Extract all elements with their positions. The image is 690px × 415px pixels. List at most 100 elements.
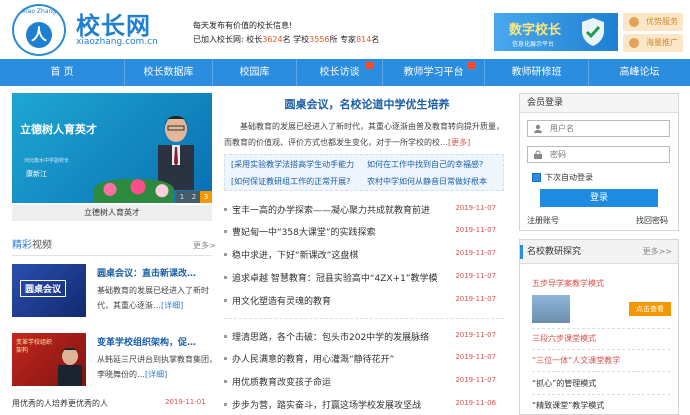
accent-bar xyxy=(520,245,523,259)
news-date: 2019-11-07 xyxy=(455,376,496,384)
news-title[interactable]: 用优质教育改变孩子命运 xyxy=(232,378,331,388)
research-item[interactable]: 三段六步课堂模式 xyxy=(532,333,596,344)
video-detail-link[interactable]: [详细] xyxy=(161,301,183,310)
news-title[interactable]: 用文化塑造有灵魂的教育 xyxy=(232,297,331,307)
research-panel: 名校教研探究 更多>> 五步导学案教学模式 点击查看 三段六步课堂模式 “三位一体… xyxy=(519,239,679,415)
remember-checkbox[interactable] xyxy=(532,173,541,182)
password-field[interactable]: 密码 xyxy=(527,146,670,163)
research-title: 名校教研探究 xyxy=(527,247,582,257)
nav-label: 教师学习平台 xyxy=(403,67,464,78)
nav-label: 校园库 xyxy=(239,67,270,78)
news-item[interactable]: 步步为营，踏实奋斗，打赢这场学校发展攻坚战 2019-11-06 xyxy=(224,398,504,412)
logo-arc-text: Xiao Zhang xyxy=(21,8,57,15)
video-thumb[interactable]: 变革学校组织架构 xyxy=(12,333,86,386)
pager-dot-3[interactable]: 3 xyxy=(200,191,212,203)
person-photo xyxy=(158,116,194,190)
video-thumb[interactable]: 圆桌会议 xyxy=(12,264,86,317)
video-detail-link[interactable]: [详细] xyxy=(145,370,167,379)
news-title[interactable]: 稳中求进，下好“新课改”这盘棋 xyxy=(232,251,358,261)
related-link[interactable]: [如何保证教研组工作的正常开展? xyxy=(231,176,350,187)
news-item[interactable]: 追求卓越 智慧教育：冠县实验高中“4ZX+1”教学模 2019-11-07 xyxy=(224,271,504,285)
video-title[interactable]: 圆桌会议：直击新课改… xyxy=(97,266,196,279)
research-item[interactable]: “三位一体”人文课堂教学 xyxy=(532,355,620,366)
stats-school-label: 学校 xyxy=(293,35,310,44)
video-title[interactable]: 变革学校组织架构，促… xyxy=(97,335,196,348)
featured-desc: 基础教育的发展已经进入了新时代，其重心逐渐由普及教育转向提升质量，而教育的价值观… xyxy=(224,119,504,151)
research-item[interactable]: “抓心”的管理模式 xyxy=(532,378,596,389)
news-date: 2019-11-07 xyxy=(455,226,496,234)
bullet xyxy=(224,299,227,302)
hero-slider[interactable]: 立德树人育英才 河北衡水中学副校长 康新江 1 2 3 xyxy=(12,93,212,203)
username-field[interactable]: 用户名 xyxy=(527,120,670,137)
stats-expert-unit: 名 xyxy=(371,35,380,44)
related-link[interactable]: 如何在工作中找到自己的幸福感? xyxy=(367,159,483,170)
featured-more-link[interactable]: [更多] xyxy=(448,138,470,147)
view-button[interactable]: 点击查看 xyxy=(629,302,671,316)
site-logo[interactable]: Xiao Zhang 人 xyxy=(12,4,66,56)
news-item[interactable]: 曹妃甸一中“358大课堂”的实践探索 2019-11-07 xyxy=(224,225,504,239)
news-item[interactable]: 理清思路，各个击破：包头市202中学的发展脉络 2019-11-07 xyxy=(224,330,504,344)
hero-name: 康新江 xyxy=(26,170,47,178)
logo-mark: 人 xyxy=(26,22,52,48)
video-more-link[interactable]: 更多> xyxy=(193,240,216,251)
news-date: 2019-11-07 xyxy=(455,249,496,257)
remember-label: 下次自动登录 xyxy=(545,173,593,182)
news-item[interactable]: 用文化塑造有灵魂的教育 2019-11-07 xyxy=(224,294,504,308)
nav-home[interactable]: 首 页 xyxy=(0,59,125,86)
news-title[interactable]: 理清思路，各个击破：包头市202中学的发展脉络 xyxy=(232,333,429,343)
login-button[interactable]: 登录 xyxy=(540,189,658,207)
site-name[interactable]: 校长网 xyxy=(76,6,151,41)
remember-me[interactable]: 下次自动登录 xyxy=(532,172,593,183)
research-header: 名校教研探究 更多>> xyxy=(520,240,678,264)
news-item[interactable]: 稳中求进，下好“新课改”这盘棋 2019-11-07 xyxy=(224,248,504,262)
video-thumb-label: 变革学校组织架构 xyxy=(16,339,53,354)
hero-subtitle: 河北衡水中学副校长 xyxy=(24,158,70,164)
research-more-link[interactable]: 更多>> xyxy=(643,240,672,264)
divider xyxy=(532,328,670,329)
register-link[interactable]: 注册账号 xyxy=(527,215,559,226)
hero-title: 立德树人育英才 xyxy=(20,123,97,136)
nav-principal-db[interactable]: 校长数据库 xyxy=(125,59,213,86)
banner-title: 数字校长 xyxy=(509,23,562,38)
news-title[interactable]: 办人民满意的教育，用心灌溉“静待花开” xyxy=(232,355,394,365)
video-desc: 从韩延三尺讲台到执掌教育集团，李晓舞份的…[详细] xyxy=(97,352,221,382)
news-title[interactable]: 曹妃甸一中“358大课堂”的实践探索 xyxy=(232,228,376,238)
news-item[interactable]: 办人民满意的教育，用心灌溉“静待花开” 2019-11-07 xyxy=(224,352,504,366)
advantage-service-badge[interactable]: 优势服务 xyxy=(623,13,683,31)
nav-label: 高峰论坛 xyxy=(619,67,660,78)
banner-subtitle: 信息化展示平台 xyxy=(512,41,555,48)
nav-teacher-platform[interactable]: 教师学习平台 xyxy=(383,59,485,86)
related-link[interactable]: [采用实验教学法搭高学生动手能力 xyxy=(231,159,354,170)
video-section-title: 精彩视频 xyxy=(12,236,52,251)
news-link[interactable]: 用优秀的人培养更优秀的人 xyxy=(12,398,108,409)
featured-title[interactable]: 圆桌会议，名校论道中学优生培养 xyxy=(228,96,506,112)
research-item[interactable]: “精致课堂”教学模式 xyxy=(532,400,604,411)
nav-campus-db[interactable]: 校园库 xyxy=(213,59,297,86)
flower-decoration xyxy=(94,179,174,203)
forgot-password-link[interactable]: 找回密码 xyxy=(636,215,668,226)
nav-interviews[interactable]: 校长访谈 xyxy=(297,59,383,86)
news-title[interactable]: 追求卓越 智慧教育：冠县实验高中“4ZX+1”教学模 xyxy=(232,274,438,284)
news-item[interactable]: 宝丰一高的办学探索——凝心聚力共成就教育前进 2019-11-07 xyxy=(224,203,504,217)
person-photo xyxy=(58,347,82,386)
stats-expert-label: 专家 xyxy=(340,35,357,44)
news-title[interactable]: 步步为营，踏实奋斗，打赢这场学校发展攻坚战 xyxy=(232,401,421,411)
related-link[interactable]: 农村中学如何从静音日常做好根本 xyxy=(367,176,487,187)
research-item[interactable]: 五步导学案教学模式 xyxy=(532,278,604,289)
nav-training[interactable]: 教师研修班 xyxy=(485,59,589,86)
divider xyxy=(224,318,504,319)
nav-forum[interactable]: 高峰论坛 xyxy=(589,59,690,86)
nav-label: 教师研修班 xyxy=(511,67,562,78)
news-item[interactable]: 用优质教育改变孩子命运 2019-11-07 xyxy=(224,375,504,389)
pager-dot-2[interactable]: 2 xyxy=(188,191,200,203)
login-title: 会员登录 xyxy=(520,94,678,113)
badge-label: 优势服务 xyxy=(646,17,678,26)
mass-promotion-badge[interactable]: 海量推广 xyxy=(623,34,683,52)
pager-dot-1[interactable]: 1 xyxy=(176,191,188,203)
digital-principal-banner[interactable]: 数字校长 信息化展示平台 xyxy=(494,13,618,51)
research-thumb[interactable] xyxy=(532,295,570,323)
news-title[interactable]: 宝丰一高的办学探索——凝心聚力共成就教育前进 xyxy=(232,206,430,216)
main-nav: 首 页 校长数据库 校园库 校长访谈 教师学习平台 教师研修班 高峰论坛 xyxy=(0,59,690,86)
video-thumb-label: 圆桌会议 xyxy=(20,280,67,297)
hero-caption[interactable]: 立德树人育英才 xyxy=(12,205,212,221)
